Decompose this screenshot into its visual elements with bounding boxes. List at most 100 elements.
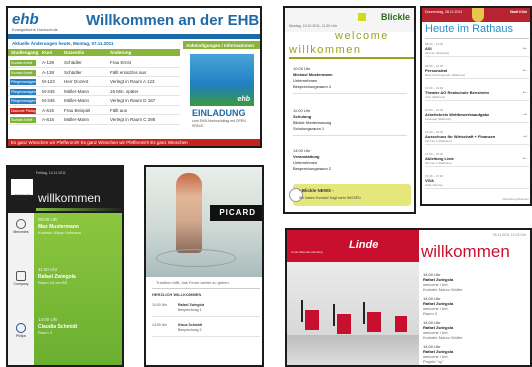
- direction-arrow-icon: ←: [522, 155, 528, 161]
- blickle-entry: 14:00 Uhr Veranstaltung Unternehmen Besp…: [293, 148, 413, 172]
- kurs-cell: A-615: [42, 107, 55, 113]
- ehb-info-image: ehb: [190, 54, 254, 106]
- dozent-cell: Schädler: [64, 69, 82, 75]
- studiengang-tag: Soziale Arbeit: [10, 60, 36, 66]
- kurs-cell: M-345: [42, 88, 55, 94]
- row-room: Besprechung 2: [178, 328, 202, 332]
- mercedes-display-panel[interactable]: Freitag, 14.11.2011 Daimler AG Company w…: [6, 165, 124, 367]
- ehb-logo-subtitle: Evangelische Hochschule: [12, 27, 58, 32]
- brand-label: Philips: [15, 334, 27, 338]
- news-title: - Blickle NEWS -: [299, 188, 334, 193]
- ehb-col-aenderung: Änderung: [110, 50, 132, 55]
- entry-separator: [293, 93, 407, 94]
- studiengang-tag: Pflegemanagement: [10, 88, 36, 95]
- blickle-logo-icon: [358, 13, 366, 21]
- event-room: Besprechungsraum (Rathaus): [425, 73, 466, 77]
- row-separator: [152, 336, 260, 337]
- news-text: Wir haben Kontakt! Sagt mehr WISSEN: [299, 196, 361, 200]
- direction-arrow-icon: ←: [522, 89, 528, 95]
- entry-line: Kontakt: Marco Wolfer: [423, 287, 463, 292]
- mercedes-accent-line: [36, 208, 122, 211]
- company-badge: Daimler AG Company: [11, 179, 33, 200]
- picard-slogan: Tradition trifft, das Feuer weiter zu ge…: [156, 280, 230, 285]
- aenderung-cell: Verlegt in Raum D 167: [110, 98, 156, 103]
- row-name: Rafael Zwiegola: [178, 303, 205, 307]
- ehb-col-kurs: Kurs: [42, 50, 53, 55]
- direction-arrow-icon: →: [522, 111, 528, 117]
- direction-arrow-icon: →: [522, 133, 528, 139]
- dozent-cell: Schädler: [64, 60, 82, 65]
- kurs-cell: A-615: [42, 117, 55, 122]
- company-name: Daimler AG Company: [15, 193, 31, 201]
- entry-line: Besprechungsraum 4: [293, 84, 332, 89]
- entry-line: Schulungsraum 1: [293, 126, 325, 131]
- picard-hero-photo: [146, 167, 262, 277]
- mercedes-entry: 09:00 Uhr Max Mustermann Kontakt: Klaus …: [38, 217, 122, 237]
- ehb-display-panel[interactable]: ehb Evangelische Hochschule Willkommen a…: [6, 6, 262, 148]
- ehb-col-dozent: Dozent/in: [64, 50, 85, 55]
- blickle-entry: 10:00 Uhr Michael Mustermann Unternehmen…: [293, 66, 413, 94]
- kurs-cell: A-138: [42, 69, 55, 75]
- entry-room: Kontakt: Klaus Hofmann: [38, 230, 82, 235]
- event-room: Zimmer 1 (Rathaus): [425, 139, 452, 143]
- direction-arrow-icon: ←: [522, 67, 528, 73]
- ehb-table-row: Soziale Arbeit A-615 Müller-Mann Verlegt in…: [8, 115, 180, 125]
- blickle-display-panel[interactable]: Blickle Montag, 10.10.2011, 11:30 Uhr we…: [283, 6, 416, 214]
- entry-line: Kontakt: Marco Wolfer: [423, 335, 463, 340]
- aenderung-cell: 15 Min. später: [110, 88, 139, 94]
- picard-display-panel[interactable]: PICARD Tradition trifft, das Feuer weite…: [144, 165, 264, 367]
- ehb-table-row: Pflegemanagement M-123 Herr Dozent Verlegt …: [8, 77, 180, 87]
- ehb-card-logo: ehb: [237, 96, 250, 103]
- studiengang-tag: Pflegemanagement: [10, 79, 36, 85]
- rathaus-city: Stadt Köln: [509, 10, 528, 14]
- linde-entry: 14:00 Uhr Rafael Zwiegola welcome / bei Kon…: [423, 272, 529, 292]
- ehb-table-body: Soziale Arbeit A-138 Schädler Frau Ernst Soz…: [8, 58, 180, 125]
- blickle-date: Montag, 10.10.2011, 11:30 Uhr: [289, 24, 337, 28]
- mercedes-star-icon: Mercedes: [10, 219, 32, 235]
- water-ripple: [156, 249, 236, 267]
- rathaus-event: 10:00 – 13:00 Theater AG Realschule Bensh…: [425, 85, 529, 101]
- ehb-header-bar: [8, 34, 260, 39]
- mercedes-brand-column: [8, 213, 34, 365]
- rathaus-display-panel[interactable]: Donnerstag, 28.11.2013 Stadt Köln Heute …: [420, 6, 532, 206]
- studiengang-tag: Soziale Arbeit: [10, 69, 36, 76]
- ehb-table-row: Soziale Arbeit A-138 Schädler Frau Ernst: [8, 58, 180, 68]
- kurs-cell: M-123: [42, 79, 55, 84]
- dozent-cell: Müller-Mann: [64, 88, 90, 94]
- entry-line: Raum 4: [423, 311, 438, 316]
- entry-room: Raum 16 am BS: [38, 280, 68, 285]
- picard-row: 14:00 Uhr Klaus Schmidt Besprechung 2: [152, 323, 260, 339]
- event-room: Zimmer 1 (Rathaus): [425, 161, 452, 165]
- picard-row: 10:00 Uhr Rafael Zwiegola Besprechung 1: [152, 303, 260, 319]
- kurs-cell: M-345: [42, 98, 55, 103]
- blickle-logo: Blickle: [380, 12, 410, 22]
- warehouse-floor: [287, 335, 419, 365]
- row-time: 10:00 Uhr: [152, 303, 168, 307]
- picard-divider: [152, 288, 260, 289]
- aenderung-cell: Fällt aus: [110, 107, 128, 113]
- blickle-willkommen: willkommen: [289, 44, 362, 56]
- linde-entry: 14:00 Uhr Rafael Zwiegola welcome / bei Rau…: [423, 296, 529, 316]
- linde-entry: 14:00 Uhr Rafael Zwiegola welcome / bei Kon…: [423, 320, 529, 340]
- rathaus-event: 14:00 – 15:00 Ableitung Liste Zimmer 1 (Ra…: [425, 151, 529, 167]
- event-room: Zimmer (Rathaus): [425, 51, 450, 55]
- ehb-table-row: Soziale Arbeit A-138 Schädler Fällt ersatzl…: [8, 68, 180, 77]
- linde-entry: 14:00 Uhr Rafael Zwiegola welcome / bei Pro…: [423, 344, 529, 364]
- rathaus-date: Donnerstag, 28.11.2013: [425, 10, 463, 14]
- forklift-icon: [367, 312, 381, 332]
- picard-logo: PICARD: [219, 208, 256, 217]
- rathaus-event: 08:00 – 13:00 ASI Zimmer (Rathaus) ←: [425, 41, 529, 57]
- dozent-cell: Herr Dozent: [64, 79, 89, 84]
- forklift-mast: [333, 304, 335, 326]
- row-separator: [152, 316, 260, 317]
- blickle-divider: [289, 57, 414, 59]
- linde-display-panel[interactable]: Linde Linde Material Handling 26.11.2011…: [285, 228, 532, 367]
- blickle-news-box[interactable]: - Blickle NEWS - Wir haben Kontakt! Sagt…: [289, 184, 411, 206]
- row-time: 14:00 Uhr: [152, 323, 168, 327]
- rathaus-event: 15:00 – 17:00 VIVA Hallo Dienste: [425, 173, 529, 189]
- dozent-cell: Müller-Mann: [64, 117, 90, 122]
- blickle-entry: 11:00 Uhr Schulung Blickle Niederlassung…: [293, 108, 413, 136]
- studiengang-tag: Soziale Arbeit: [10, 117, 36, 123]
- aenderung-cell: Verlegt in Raum C 286: [110, 117, 156, 122]
- direction-arrow-icon: ←: [522, 45, 528, 51]
